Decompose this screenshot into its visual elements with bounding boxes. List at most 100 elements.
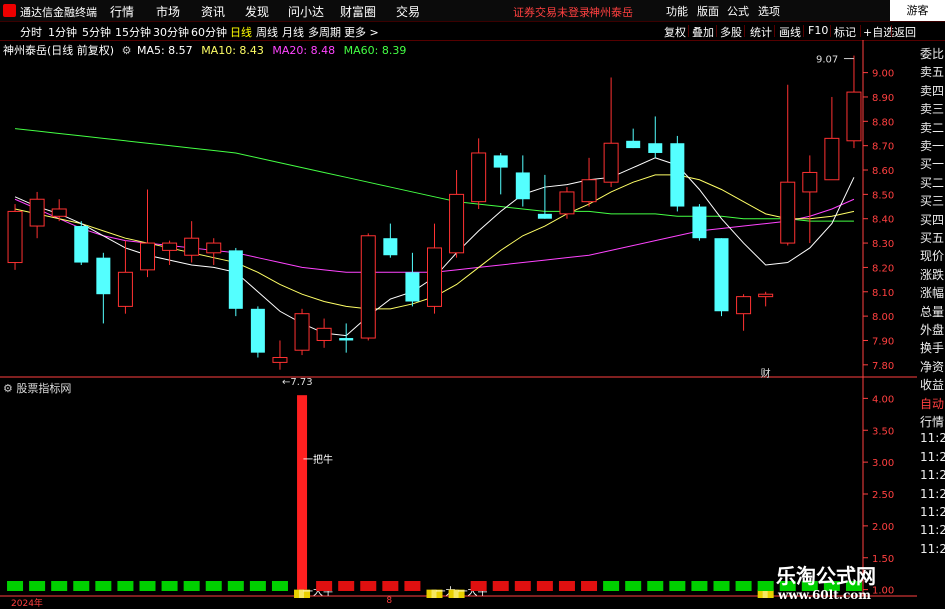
side-panel-item[interactable]: 11:2 <box>920 468 945 482</box>
indicator-tick-label: 3.50 <box>872 426 894 437</box>
tab-30min[interactable]: 30分钟 <box>153 24 189 40</box>
side-panel-item[interactable]: 买五 <box>920 229 944 246</box>
menu-discover[interactable]: 发现 <box>245 3 269 20</box>
side-panel-item[interactable]: 外盘 <box>920 321 944 338</box>
side-panel-item[interactable]: 卖四 <box>920 82 944 99</box>
side-panel-item[interactable]: 卖一 <box>920 137 944 154</box>
candle-body-down <box>250 308 265 353</box>
indicator-tick-label: 3.00 <box>872 458 894 469</box>
mark-button[interactable]: 标记 <box>834 24 856 40</box>
menu-layout[interactable]: 版面 <box>697 3 719 19</box>
status-block <box>581 581 598 591</box>
tab-monthly[interactable]: 月线 <box>282 24 304 40</box>
trade-status[interactable]: 证券交易未登录 <box>513 4 590 20</box>
add-watchlist-button[interactable]: +自选 <box>863 24 894 40</box>
status-block <box>625 581 642 591</box>
candle-body-up <box>471 152 487 203</box>
adjust-button[interactable]: 复权 <box>664 24 686 40</box>
overlay-button[interactable]: 叠加 <box>692 24 714 40</box>
side-panel-item[interactable]: 11:2 <box>920 523 945 537</box>
side-panel-item[interactable]: 买一 <box>920 155 944 172</box>
tab-1min[interactable]: 1分钟 <box>48 24 77 40</box>
status-block <box>139 581 156 591</box>
status-block <box>647 581 664 591</box>
status-block <box>536 581 553 591</box>
status-block <box>735 581 752 591</box>
candle-body-down <box>74 226 89 263</box>
status-block <box>51 581 68 591</box>
side-panel-item[interactable]: 买三 <box>920 192 944 209</box>
stock-chart[interactable]: 9.00 8.90 8.80 8.70 8.60 8.50 8.40 8.30 8.20 8.10… <box>0 40 917 609</box>
f10-button[interactable]: F10 <box>808 24 828 37</box>
side-panel-item[interactable]: 委比 <box>920 45 944 62</box>
indicator-name: ⚙ 股票指标网 <box>3 380 71 396</box>
side-panel-item[interactable]: 现价 <box>920 247 944 264</box>
side-panel-item[interactable]: 总量 <box>920 303 944 320</box>
price-tick-label: 8.50 <box>872 190 894 201</box>
side-panel-item[interactable]: 11:2 <box>920 431 945 445</box>
menu-news[interactable]: 资讯 <box>201 3 225 20</box>
tab-weekly[interactable]: 周线 <box>256 24 278 40</box>
candle-body-down <box>626 140 641 149</box>
tab-60min[interactable]: 60分钟 <box>191 24 227 40</box>
draw-line-button[interactable]: 画线 <box>779 24 801 40</box>
menu-functions[interactable]: 功能 <box>666 3 688 19</box>
title-bar: 通达信金融终端 行情 市场 资讯 发现 问小达 财富圈 交易 证券交易未登录 神… <box>0 0 945 22</box>
tab-more[interactable]: 更多 > <box>344 24 379 40</box>
tab-5min[interactable]: 5分钟 <box>82 24 111 40</box>
side-panel-item[interactable]: 11:2 <box>920 505 945 519</box>
candle-body-down <box>714 238 729 312</box>
tab-multi-period[interactable]: 多周期 <box>308 24 341 40</box>
status-block <box>669 581 686 591</box>
side-panel-item[interactable]: 买二 <box>920 174 944 191</box>
price-tick-label: 8.30 <box>872 239 894 250</box>
candle-body-up <box>581 179 597 203</box>
indicator-tick-label: 4.00 <box>872 394 894 405</box>
side-panel-item[interactable]: 卖二 <box>920 119 944 136</box>
menu-ask-xiaoda[interactable]: 问小达 <box>288 3 324 20</box>
tab-15min[interactable]: 15分钟 <box>115 24 151 40</box>
candle-body-down <box>339 338 354 341</box>
side-panel-item[interactable]: 换手 <box>920 339 944 356</box>
tab-timeshare[interactable]: 分时 <box>20 24 42 40</box>
status-block <box>404 581 421 591</box>
side-panel-item[interactable]: 收益 <box>920 376 944 393</box>
side-panel-item[interactable]: 涨幅 <box>920 284 944 301</box>
side-panel-item[interactable]: 11:2 <box>920 487 945 501</box>
status-block <box>382 581 399 591</box>
status-block <box>603 581 620 591</box>
menu-market[interactable]: 市场 <box>156 3 180 20</box>
side-panel-item[interactable]: 卖五 <box>920 63 944 80</box>
watermark-title: 乐淘公式网 <box>776 564 876 588</box>
menu-wealth-circle[interactable]: 财富圈 <box>340 3 376 20</box>
multi-stock-button[interactable]: 多股 <box>720 24 742 40</box>
menu-trade[interactable]: 交易 <box>396 3 420 20</box>
status-block <box>227 581 244 591</box>
menu-formula[interactable]: 公式 <box>727 3 749 19</box>
candle-body-up <box>7 210 23 264</box>
menu-options[interactable]: 选项 <box>758 3 780 19</box>
tab-daily[interactable]: 日线 <box>230 24 252 40</box>
status-block <box>73 581 90 591</box>
side-panel-item[interactable]: 卖三 <box>920 100 944 117</box>
statistics-button[interactable]: 统计 <box>750 24 772 40</box>
menu-quotes[interactable]: 行情 <box>110 3 134 20</box>
back-button[interactable]: 返回 <box>894 24 916 40</box>
side-panel-item[interactable]: 涨跌 <box>920 266 944 283</box>
candle-body-up <box>736 296 752 315</box>
signal-bar-red <box>297 395 308 590</box>
status-block <box>95 581 112 591</box>
side-panel-item[interactable]: 11:2 <box>920 542 945 556</box>
side-panel-item[interactable]: 11:2 <box>920 450 945 464</box>
indicator-settings-icon[interactable]: ⚙ <box>3 382 13 395</box>
status-block <box>7 581 24 591</box>
candle-body-down <box>515 172 530 200</box>
side-panel-item[interactable]: 行情 <box>920 413 944 430</box>
side-panel-item[interactable]: 净资 <box>920 358 944 375</box>
status-block <box>117 581 134 591</box>
side-panel-item[interactable]: 自动 <box>920 395 944 412</box>
current-stock: 神州泰岳 <box>589 6 633 19</box>
side-panel-item[interactable]: 买四 <box>920 211 944 228</box>
guest-button[interactable]: 游客 <box>890 0 945 21</box>
candle-body-up <box>117 271 133 307</box>
